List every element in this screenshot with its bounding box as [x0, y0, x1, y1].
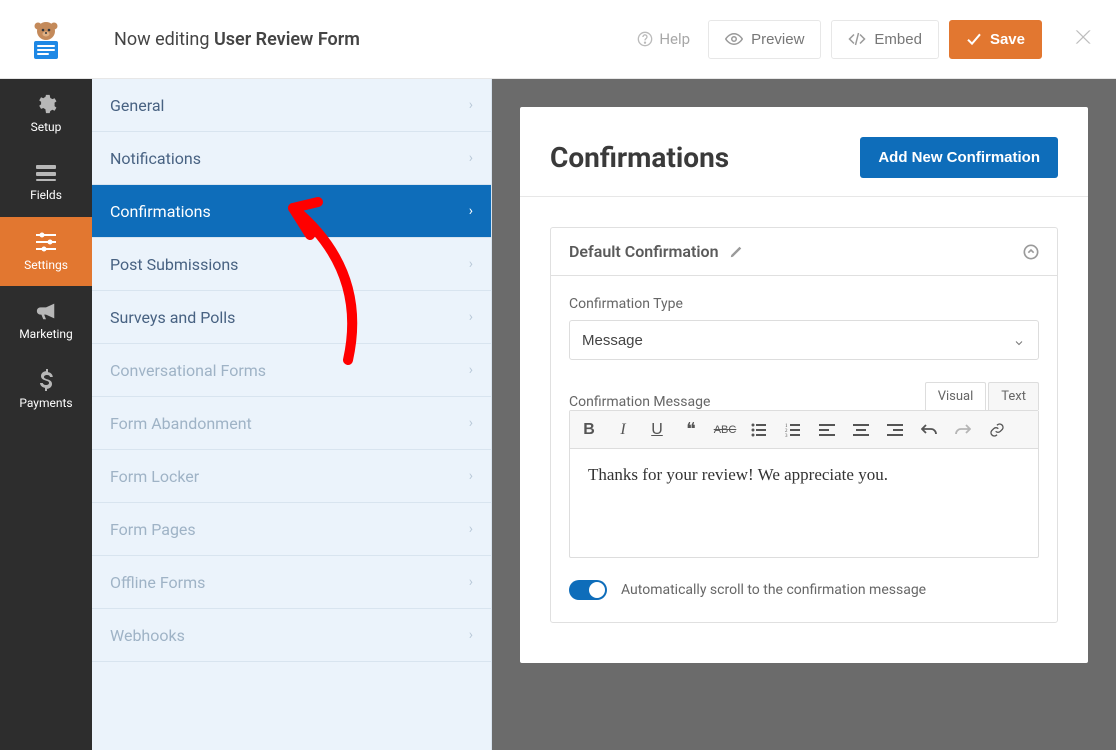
chevron-right-icon: ›	[469, 415, 473, 431]
subnav-item-post-submissions[interactable]: Post Submissions ›	[92, 238, 491, 291]
card-header[interactable]: Default Confirmation	[551, 228, 1057, 276]
underline-icon[interactable]: U	[646, 419, 668, 441]
nav-marketing-label: Marketing	[19, 327, 73, 341]
subnav-item-form-abandonment[interactable]: Form Abandonment ›	[92, 397, 491, 450]
chevron-right-icon: ›	[469, 362, 473, 378]
chevron-right-icon: ›	[469, 97, 473, 113]
subnav-item-label: General	[110, 96, 164, 115]
gear-icon	[35, 93, 57, 115]
subnav-item-surveys-polls[interactable]: Surveys and Polls ›	[92, 291, 491, 344]
save-button[interactable]: Save	[949, 20, 1042, 59]
subnav-item-label: Post Submissions	[110, 255, 238, 274]
chevron-right-icon: ›	[469, 203, 473, 219]
close-button[interactable]	[1074, 27, 1094, 51]
quote-icon[interactable]: ❝	[680, 419, 702, 441]
strikethrough-icon[interactable]: ABC	[714, 419, 736, 441]
embed-button[interactable]: Embed	[831, 20, 939, 59]
subnav-item-general[interactable]: General ›	[92, 79, 491, 132]
subnav-item-webhooks[interactable]: Webhooks ›	[92, 609, 491, 662]
align-right-icon[interactable]	[884, 419, 906, 441]
close-icon	[1074, 27, 1094, 47]
confirmations-panel: Confirmations Add New Confirmation Defau…	[520, 107, 1088, 663]
check-icon	[966, 32, 982, 46]
autoscroll-toggle[interactable]	[569, 580, 607, 600]
subnav-item-label: Form Pages	[110, 520, 196, 539]
italic-icon[interactable]: I	[612, 419, 634, 441]
editor-tab-text[interactable]: Text	[988, 382, 1039, 410]
editor-content[interactable]: Thanks for your review! We appreciate yo…	[570, 449, 1038, 557]
add-confirmation-button[interactable]: Add New Confirmation	[860, 137, 1058, 178]
dollar-icon	[37, 369, 55, 391]
svg-text:3: 3	[785, 434, 788, 437]
bullhorn-icon	[35, 300, 57, 322]
nav-settings[interactable]: Settings	[0, 217, 92, 286]
rich-text-editor: B I U ❝ ABC 123 Thanks for y	[569, 410, 1039, 558]
preview-button[interactable]: Preview	[708, 20, 821, 59]
bullet-list-icon[interactable]	[748, 419, 770, 441]
nav-setup-label: Setup	[31, 120, 62, 134]
eye-icon	[725, 32, 743, 46]
link-icon[interactable]	[986, 419, 1008, 441]
subnav-item-label: Offline Forms	[110, 573, 205, 592]
nav-payments-label: Payments	[19, 396, 72, 410]
subnav-item-label: Form Abandonment	[110, 414, 252, 433]
bold-icon[interactable]: B	[578, 419, 600, 441]
numbered-list-icon[interactable]: 123	[782, 419, 804, 441]
subnav-item-form-locker[interactable]: Form Locker ›	[92, 450, 491, 503]
app-logo	[0, 0, 92, 79]
chevron-right-icon: ›	[469, 309, 473, 325]
nav-marketing[interactable]: Marketing	[0, 286, 92, 355]
align-center-icon[interactable]	[850, 419, 872, 441]
nav-settings-label: Settings	[24, 258, 68, 272]
align-left-icon[interactable]	[816, 419, 838, 441]
subnav-item-offline-forms[interactable]: Offline Forms ›	[92, 556, 491, 609]
nav-fields-label: Fields	[30, 188, 62, 202]
chevron-right-icon: ›	[469, 521, 473, 537]
pencil-icon[interactable]	[729, 245, 743, 259]
confirmation-type-select[interactable]: Message	[569, 320, 1039, 360]
nav-setup[interactable]: Setup	[0, 79, 92, 148]
code-icon	[848, 32, 866, 46]
page-title: Now editing User Review Form	[114, 29, 360, 50]
subnav-item-confirmations[interactable]: Confirmations ›	[92, 185, 491, 238]
primary-nav: Setup Fields Settings Marketing Payments	[0, 0, 92, 750]
chevron-right-icon: ›	[469, 627, 473, 643]
main-content: Confirmations Add New Confirmation Defau…	[492, 79, 1116, 750]
undo-icon[interactable]	[918, 419, 940, 441]
subnav-item-label: Form Locker	[110, 467, 199, 486]
chevron-right-icon: ›	[469, 256, 473, 272]
help-icon	[637, 31, 653, 47]
editor-tab-visual[interactable]: Visual	[925, 382, 987, 410]
chevron-right-icon: ›	[469, 150, 473, 166]
chevron-right-icon: ›	[469, 574, 473, 590]
card-title-text: Default Confirmation	[569, 242, 719, 261]
subnav-item-notifications[interactable]: Notifications ›	[92, 132, 491, 185]
subnav-item-form-pages[interactable]: Form Pages ›	[92, 503, 491, 556]
wpforms-logo-icon	[23, 17, 69, 61]
settings-subnav: General›Notifications›Confirmations›Post…	[92, 79, 492, 750]
type-label: Confirmation Type	[569, 296, 1039, 312]
nav-fields[interactable]: Fields	[0, 148, 92, 217]
subnav-item-label: Notifications	[110, 149, 201, 168]
redo-icon[interactable]	[952, 419, 974, 441]
panel-title: Confirmations	[550, 141, 729, 174]
sliders-icon	[34, 231, 58, 253]
nav-payments[interactable]: Payments	[0, 355, 92, 424]
subnav-item-conversational-forms[interactable]: Conversational Forms ›	[92, 344, 491, 397]
autoscroll-label: Automatically scroll to the confirmation…	[621, 582, 926, 598]
help-link[interactable]: Help	[637, 30, 690, 48]
subnav-item-label: Surveys and Polls	[110, 308, 235, 327]
editor-toolbar: B I U ❝ ABC 123	[570, 411, 1038, 449]
subnav-item-label: Webhooks	[110, 626, 185, 645]
chevron-up-icon[interactable]	[1023, 244, 1039, 260]
chevron-right-icon: ›	[469, 468, 473, 484]
form-fields-icon	[34, 163, 58, 183]
subnav-item-label: Confirmations	[110, 202, 211, 221]
subnav-item-label: Conversational Forms	[110, 361, 266, 380]
topbar: Now editing User Review Form Help Previe…	[92, 0, 1116, 79]
message-label: Confirmation Message	[569, 394, 710, 410]
default-confirmation-card: Default Confirmation Confirmation Type M…	[550, 227, 1058, 623]
